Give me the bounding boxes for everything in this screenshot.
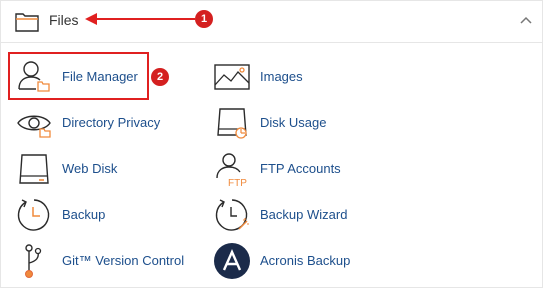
web-disk-icon [16,151,52,187]
chevron-up-icon[interactable] [519,15,533,25]
annotation-badge-1: 1 [195,10,213,28]
directory-privacy-icon [16,105,52,141]
backup-wizard-label: Backup Wizard [260,207,348,222]
git-version-control-icon [16,243,52,279]
backup-wizard-icon [214,197,250,233]
acronis-backup-label: Acronis Backup [260,253,351,268]
backup-label: Backup [62,207,106,222]
acronis-backup-icon [214,243,250,279]
svg-text:FTP: FTP [228,178,247,187]
section-header[interactable]: Files [1,1,543,43]
git-version-control-label: Git™ Version Control [62,253,185,268]
annotation-arrow [85,11,197,27]
disk-usage-icon [214,105,250,141]
section-title: Files [49,12,79,28]
folder-icon [15,11,39,33]
annotation-badge-2: 2 [151,68,169,86]
web-disk-label: Web Disk [62,161,118,176]
file-manager-icon [16,59,52,95]
images-icon [214,59,250,95]
directory-privacy-label: Directory Privacy [62,115,161,130]
ftp-accounts-label: FTP Accounts [260,161,341,176]
backup-icon [16,197,52,233]
disk-usage-label: Disk Usage [260,115,327,130]
images-label: Images [260,69,303,84]
ftp-accounts-icon: FTP [214,151,250,187]
files-panel: Files 1 2 File Manager Images Directory … [0,0,543,288]
file-manager-label: File Manager [62,69,138,84]
